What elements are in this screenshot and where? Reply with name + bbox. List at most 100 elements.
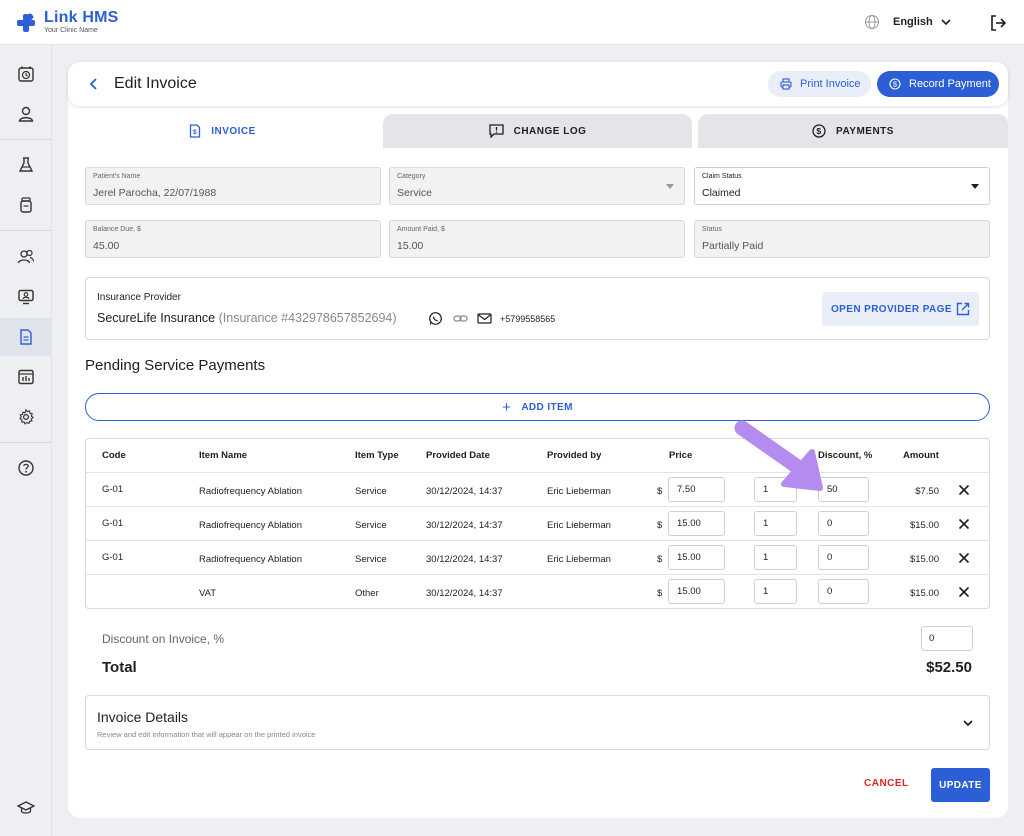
insurance-phone[interactable]: +5799558565: [500, 314, 555, 324]
quantity-input[interactable]: 1: [754, 477, 797, 502]
row-provided-by: Eric Lieberman: [547, 520, 611, 531]
price-input[interactable]: 15.00: [668, 545, 725, 570]
sidebar-item-invoices[interactable]: [0, 318, 51, 356]
row-item-type: Service: [355, 520, 387, 531]
table-row: G-01 Radiofrequency Ablation Service 30/…: [86, 540, 989, 574]
sidebar-item-academy[interactable]: [0, 789, 51, 827]
insurance-name: SecureLife Insurance: [97, 311, 216, 325]
row-item-name: Radiofrequency Ablation: [199, 520, 302, 531]
sidebar-divider: [0, 230, 51, 231]
total-value: $52.50: [926, 659, 972, 676]
row-date: 30/12/2024, 14:37: [426, 554, 503, 565]
status-field[interactable]: Status Partially Paid: [694, 220, 990, 258]
remove-row-icon[interactable]: [957, 585, 971, 599]
claim-status-select[interactable]: Claim Status Claimed: [694, 167, 990, 205]
price-input[interactable]: 15.00: [668, 579, 725, 604]
column-header: Code: [102, 450, 126, 461]
row-amount: $7.50: [915, 486, 939, 497]
chevron-down-icon[interactable]: [961, 716, 975, 730]
currency-symbol: $: [657, 486, 663, 497]
invoice-card: Edit Invoice Print Invoice $ Record Paym…: [68, 62, 1008, 818]
invoice-discount-input[interactable]: 0: [921, 626, 973, 651]
add-item-label: ADD ITEM: [521, 401, 573, 413]
row-code: G-01: [102, 518, 124, 529]
update-button[interactable]: UPDATE: [931, 768, 990, 802]
sidebar-item-settings[interactable]: [0, 398, 51, 436]
language-selector[interactable]: English: [893, 16, 933, 28]
discount-input[interactable]: 0: [818, 511, 869, 536]
column-header: Amount: [903, 450, 939, 461]
table-row: G-01 Radiofrequency Ablation Service 30/…: [86, 472, 989, 506]
sidebar-item-pharmacy[interactable]: [0, 186, 51, 224]
price-input[interactable]: 15.00: [668, 511, 725, 536]
category-label: Category: [397, 173, 426, 180]
remove-row-icon[interactable]: [957, 517, 971, 531]
quantity-input[interactable]: 1: [754, 579, 797, 604]
tab-change-log-label: CHANGE LOG: [513, 125, 587, 137]
calendar-clock-icon: [17, 66, 34, 82]
sidebar-item-reports[interactable]: [0, 358, 51, 396]
balance-due-field[interactable]: Balance Due, $ 45.00: [85, 220, 381, 258]
discount-input[interactable]: 50: [818, 477, 869, 502]
app-logo[interactable]: Link HMS Your Clinic Name: [16, 10, 119, 34]
sidebar-item-staff[interactable]: [0, 238, 51, 276]
quantity-input[interactable]: 1: [754, 511, 797, 536]
remove-row-icon[interactable]: [957, 483, 971, 497]
currency-symbol: $: [657, 588, 663, 599]
row-amount: $15.00: [909, 520, 939, 531]
invoice-details-accordion[interactable]: Invoice Details Review and edit informat…: [85, 695, 990, 750]
currency-symbol: $: [657, 554, 663, 565]
remove-row-icon[interactable]: [957, 551, 971, 565]
top-bar: Link HMS Your Clinic Name English: [0, 0, 1024, 45]
category-select[interactable]: Category Service: [389, 167, 685, 205]
amount-paid-field[interactable]: Amount Paid, $ 15.00: [389, 220, 685, 258]
column-header: Provided by: [547, 450, 602, 461]
print-invoice-button[interactable]: Print Invoice: [768, 71, 871, 97]
discount-input[interactable]: 0: [818, 545, 869, 570]
discount-input[interactable]: 0: [818, 579, 869, 604]
gear-icon: [18, 408, 34, 425]
monitor-user-icon: [17, 289, 34, 305]
whatsapp-icon[interactable]: [428, 311, 443, 326]
invoice-discount-label: Discount on Invoice, %: [102, 632, 225, 646]
app-name: Link HMS: [44, 9, 119, 26]
users-icon: [17, 249, 34, 264]
column-header: Discount, %: [818, 450, 873, 461]
external-link-icon: [956, 302, 970, 316]
tab-payments[interactable]: $ PAYMENTS: [698, 114, 1008, 148]
cancel-button[interactable]: CANCEL: [864, 778, 909, 789]
chevron-down-icon[interactable]: [940, 16, 952, 28]
tab-invoice[interactable]: $ INVOICE: [68, 114, 377, 148]
row-item-name: VAT: [199, 588, 217, 599]
medicine-bottle-icon: [19, 197, 32, 213]
sidebar-item-help[interactable]: [0, 449, 51, 487]
invoice-details-title: Invoice Details: [97, 709, 189, 725]
sidebar-item-laboratory[interactable]: [0, 146, 51, 184]
sidebar-item-calendar[interactable]: [0, 55, 51, 93]
mail-icon[interactable]: [477, 311, 492, 326]
logout-icon[interactable]: [989, 14, 1007, 32]
chart-icon: [17, 369, 34, 385]
open-provider-page-button[interactable]: OPEN PROVIDER PAGE: [822, 292, 979, 326]
pending-payments-title: Pending Service Payments: [85, 357, 266, 374]
print-invoice-label: Print Invoice: [800, 78, 861, 90]
row-date: 30/12/2024, 14:37: [426, 520, 503, 531]
record-payment-label: Record Payment: [909, 78, 991, 90]
patient-name-value: Jerel Parocha, 22/07/1988: [93, 187, 217, 199]
quantity-input[interactable]: 1: [754, 545, 797, 570]
tab-change-log[interactable]: CHANGE LOG: [383, 114, 692, 148]
dollar-circle-icon: $: [812, 124, 826, 138]
sidebar-item-patients[interactable]: [0, 95, 51, 133]
globe-icon[interactable]: [864, 14, 880, 30]
back-arrow-icon[interactable]: [86, 76, 102, 92]
record-payment-button[interactable]: $ Record Payment: [877, 71, 999, 97]
sidebar-item-telemedicine[interactable]: [0, 278, 51, 316]
app-subtitle: Your Clinic Name: [44, 27, 98, 34]
patient-name-field[interactable]: Patient's Name Jerel Parocha, 22/07/1988: [85, 167, 381, 205]
add-item-button[interactable]: + ADD ITEM: [85, 393, 990, 421]
svg-text:$: $: [193, 129, 197, 136]
column-header: Price: [669, 450, 693, 461]
link-icon[interactable]: [453, 311, 468, 326]
open-provider-page-label: OPEN PROVIDER PAGE: [831, 303, 952, 315]
price-input[interactable]: 7.50: [668, 477, 725, 502]
